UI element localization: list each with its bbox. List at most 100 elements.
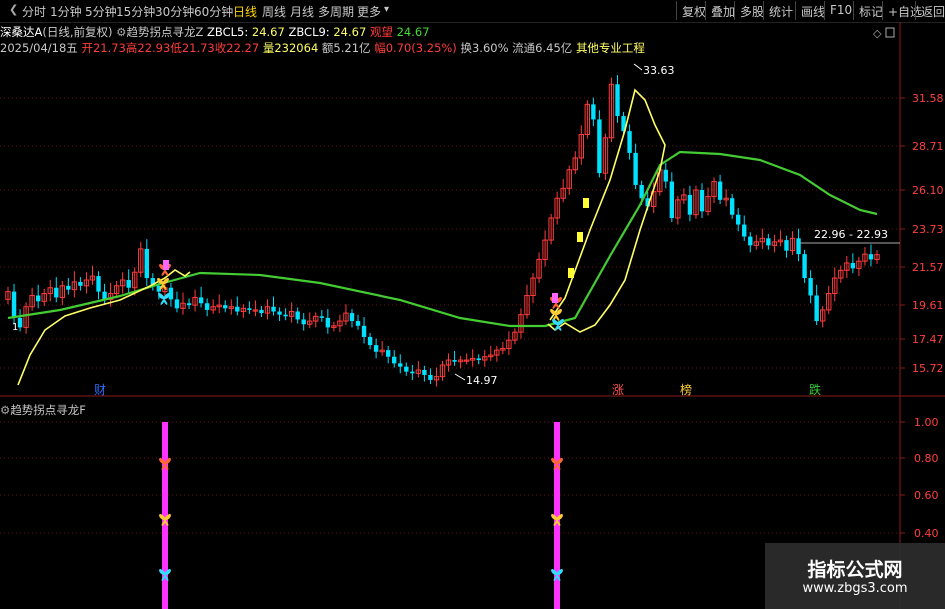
candle-body xyxy=(717,181,723,200)
candle-body xyxy=(96,276,101,292)
candle-body xyxy=(367,336,373,346)
candle-body xyxy=(591,104,596,120)
candle-body xyxy=(349,313,355,322)
candle-body xyxy=(385,350,391,357)
candle-body xyxy=(766,238,771,246)
candle-body xyxy=(126,279,131,288)
signal-candle xyxy=(552,293,558,303)
price-tick-label: 21.57 xyxy=(912,261,944,274)
sub-tick-label: 0.40 xyxy=(914,527,939,540)
candle-body xyxy=(814,295,819,322)
candle-body xyxy=(198,297,204,304)
candle-body xyxy=(373,345,379,352)
candle-body xyxy=(428,374,433,380)
candle-body xyxy=(808,278,813,296)
candle-body xyxy=(271,306,276,312)
candle-body xyxy=(663,169,668,182)
candle-body xyxy=(742,224,747,237)
candle-body xyxy=(868,254,874,260)
settings-icon[interactable]: ⚙ xyxy=(0,403,10,417)
candle-body xyxy=(319,316,325,318)
candle-body xyxy=(452,360,457,362)
price-tick-label: 26.10 xyxy=(912,184,944,197)
panel-icon[interactable] xyxy=(885,27,895,38)
candle-body xyxy=(850,262,856,269)
candle-body xyxy=(35,295,41,302)
candle-body xyxy=(11,291,17,318)
green-trend-line xyxy=(7,150,878,328)
range-label: 22.96 - 22.93 xyxy=(814,228,888,241)
sub-indicator-title[interactable]: 趋势拐点寻龙F xyxy=(10,403,86,417)
event-marker: 财 xyxy=(94,383,106,397)
candle-body xyxy=(404,366,409,372)
low-pointer xyxy=(454,373,466,381)
candle-body xyxy=(17,317,23,328)
diamond-icon[interactable]: ◇ xyxy=(873,27,882,40)
price-tick-label: 19.61 xyxy=(912,299,944,312)
yellow-trend-line xyxy=(17,88,666,386)
candle-body xyxy=(699,190,705,212)
candle-body xyxy=(295,311,300,320)
candle-body xyxy=(748,236,753,246)
event-marker: 跌 xyxy=(809,382,821,397)
candle-body xyxy=(633,152,638,185)
event-marker: 榜 xyxy=(680,382,692,397)
candle-body xyxy=(325,317,331,328)
candle-body xyxy=(422,369,427,375)
candle-body xyxy=(144,248,149,279)
candle-body xyxy=(392,356,397,364)
candle-body xyxy=(78,281,83,286)
candle-body xyxy=(398,363,403,367)
candle-body xyxy=(410,371,415,374)
signal-candle xyxy=(568,268,574,278)
event-marker: 涨 xyxy=(612,382,624,397)
candle-body xyxy=(66,285,71,290)
watermark: 指标公式网 www.zbgs3.com xyxy=(765,543,945,609)
annotations: 33.63 14.97 22.96 - 22.93 1 财 涨 榜 跌 xyxy=(12,63,900,397)
price-tick-label: 28.71 xyxy=(912,140,944,153)
candlesticks xyxy=(5,75,880,387)
candle-body xyxy=(247,308,252,310)
candle-body xyxy=(729,198,735,215)
sub-tick-label: 1.00 xyxy=(914,416,939,429)
candle-body xyxy=(796,238,801,255)
watermark-title: 指标公式网 xyxy=(807,559,903,581)
candle-body xyxy=(784,240,789,251)
candle-body xyxy=(627,131,632,153)
signal-candle xyxy=(163,260,169,270)
price-tick-label: 23.73 xyxy=(912,223,944,236)
candle-body xyxy=(186,303,192,306)
candle-body xyxy=(476,358,481,361)
candle-body xyxy=(235,306,240,312)
low-price-label: 14.97 xyxy=(466,374,498,387)
candle-body xyxy=(615,84,620,117)
candle-body xyxy=(283,314,288,317)
candle-body xyxy=(174,299,180,309)
candle-body xyxy=(277,311,282,315)
sub-indicator-bars xyxy=(159,422,563,609)
signal-candle xyxy=(577,232,583,242)
kline-chart[interactable]: 31.58 28.71 26.10 23.73 21.57 19.61 17.47 15.72… xyxy=(0,0,945,609)
signal-candle xyxy=(583,198,589,208)
high-price-label: 33.63 xyxy=(643,64,675,77)
candle-body xyxy=(597,119,602,174)
candle-body xyxy=(223,305,228,309)
candle-body xyxy=(204,303,210,310)
candle-body xyxy=(361,325,367,337)
price-tick-label: 17.47 xyxy=(912,333,944,346)
sub-tick-label: 0.60 xyxy=(914,489,939,502)
candle-body xyxy=(687,194,693,215)
sub-axis: 1.00 0.80 0.60 0.40 xyxy=(900,416,939,540)
candle-body xyxy=(355,321,361,326)
candle-body xyxy=(669,181,675,218)
price-tick-label: 15.72 xyxy=(912,362,944,375)
sub-indicator-header: ⚙趋势拐点寻龙F xyxy=(0,402,86,418)
candle-body xyxy=(802,254,807,279)
marker-one: 1 xyxy=(12,322,18,333)
candle-body xyxy=(301,319,306,325)
watermark-url: www.zbgs3.com xyxy=(802,581,908,596)
price-tick-label: 31.58 xyxy=(912,92,944,105)
high-pointer xyxy=(633,63,643,71)
sub-tick-label: 0.80 xyxy=(914,452,939,465)
price-axis: 31.58 28.71 26.10 23.73 21.57 19.61 17.47 15.72 xyxy=(900,92,944,375)
